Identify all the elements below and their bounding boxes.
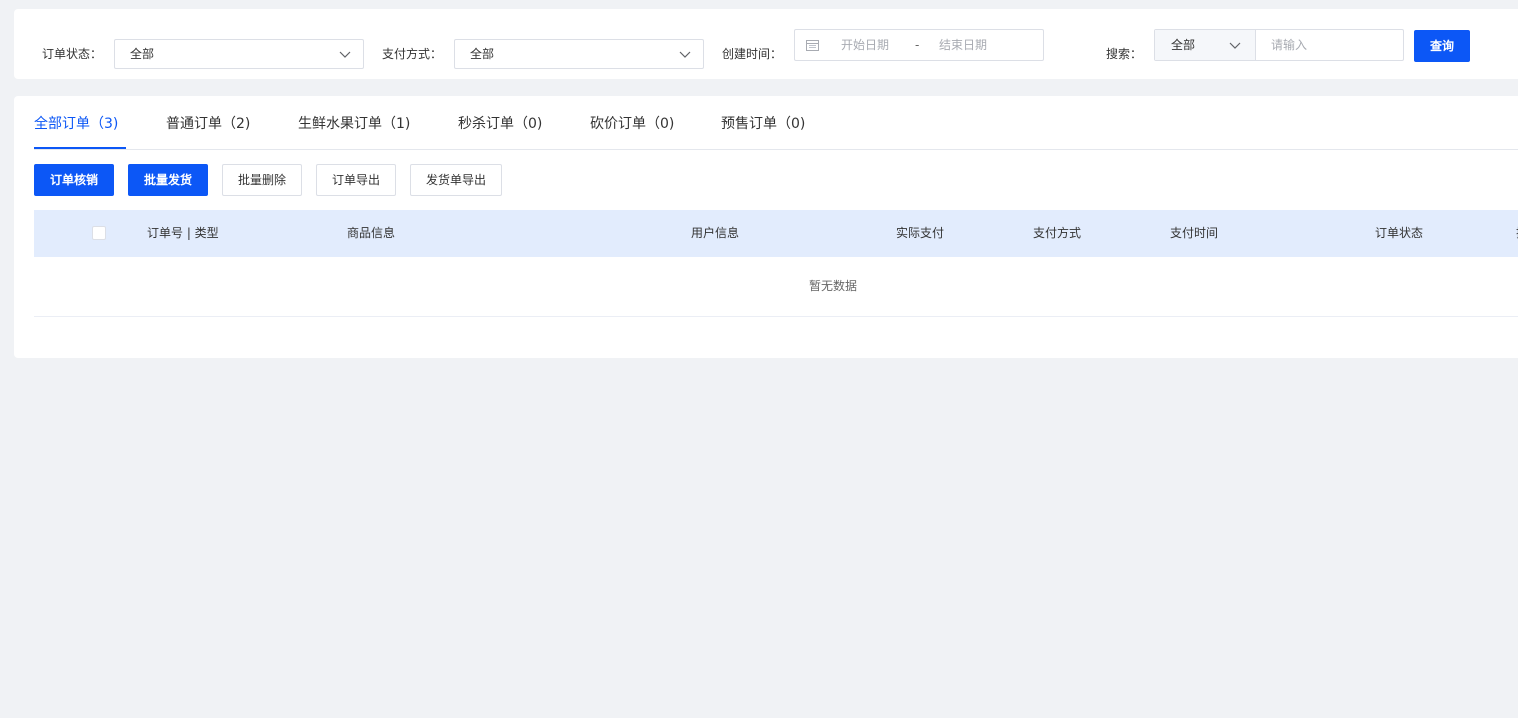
orders-panel: 全部订单（3) 普通订单（2) 生鲜水果订单（1) 秒杀订单（0) 砍价订单（0… bbox=[14, 96, 1518, 358]
batch-delete-button[interactable]: 批量删除 bbox=[222, 164, 302, 196]
order-status-label: 订单状态： bbox=[42, 47, 103, 61]
tabs-divider bbox=[34, 149, 1518, 150]
date-separator: - bbox=[915, 38, 920, 52]
payment-method-value: 全部 bbox=[470, 47, 495, 61]
tab-bargain-orders[interactable]: 砍价订单（0) bbox=[590, 114, 674, 134]
tab-normal-orders[interactable]: 普通订单（2) bbox=[166, 114, 250, 134]
chevron-down-icon bbox=[339, 51, 351, 58]
end-date-input[interactable]: 结束日期 bbox=[939, 37, 987, 53]
batch-ship-button[interactable]: 批量发货 bbox=[128, 164, 208, 196]
column-payment-time: 支付时间 bbox=[1170, 226, 1219, 240]
chevron-down-icon bbox=[1229, 42, 1241, 49]
query-button[interactable]: 查询 bbox=[1414, 30, 1470, 62]
column-user-info: 用户信息 bbox=[691, 226, 740, 240]
tab-all-orders[interactable]: 全部订单（3) bbox=[34, 114, 118, 134]
empty-state-text: 暂无数据 bbox=[809, 279, 858, 293]
chevron-down-icon bbox=[679, 51, 691, 58]
column-product-info: 商品信息 bbox=[347, 226, 396, 240]
column-order-number: 订单号 | 类型 bbox=[147, 226, 219, 240]
tab-fresh-fruit-orders[interactable]: 生鲜水果订单（1) bbox=[298, 114, 410, 134]
column-payment-method: 支付方式 bbox=[1033, 226, 1082, 240]
verify-order-button[interactable]: 订单核销 bbox=[34, 164, 114, 196]
search-label: 搜索： bbox=[1106, 47, 1143, 61]
export-orders-button[interactable]: 订单导出 bbox=[316, 164, 396, 196]
search-type-value: 全部 bbox=[1171, 38, 1196, 52]
created-time-label: 创建时间： bbox=[722, 47, 783, 61]
tab-presale-orders[interactable]: 预售订单（0) bbox=[721, 114, 805, 134]
tab-flash-sale-orders[interactable]: 秒杀订单（0) bbox=[458, 114, 542, 134]
order-status-select[interactable]: 全部 bbox=[114, 39, 364, 69]
search-input[interactable]: 请输入 bbox=[1271, 37, 1307, 53]
search-type-select[interactable]: 全部 bbox=[1155, 30, 1256, 60]
order-status-value: 全部 bbox=[130, 47, 155, 61]
export-shipping-button[interactable]: 发货单导出 bbox=[410, 164, 502, 196]
payment-method-select[interactable]: 全部 bbox=[454, 39, 704, 69]
active-tab-indicator bbox=[34, 147, 126, 149]
start-date-input[interactable]: 开始日期 bbox=[841, 37, 889, 53]
date-range-picker[interactable]: 开始日期 - 结束日期 bbox=[794, 29, 1044, 61]
search-group: 全部 请输入 bbox=[1154, 29, 1404, 61]
payment-method-label: 支付方式： bbox=[382, 47, 443, 61]
table-header: 订单号 | 类型 商品信息 用户信息 实际支付 支付方式 支付时间 订单状态 操 bbox=[34, 210, 1518, 257]
calendar-icon bbox=[806, 40, 819, 51]
column-actual-payment: 实际支付 bbox=[896, 226, 945, 240]
select-all-checkbox[interactable] bbox=[92, 226, 106, 240]
table-bottom-border bbox=[34, 316, 1518, 317]
column-order-status: 订单状态 bbox=[1375, 226, 1424, 240]
